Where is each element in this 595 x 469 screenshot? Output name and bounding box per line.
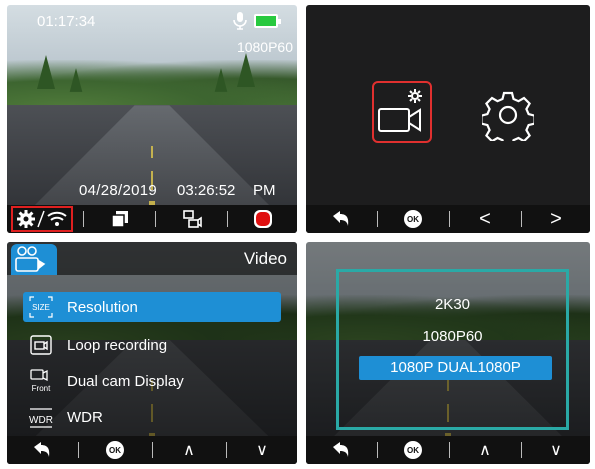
resolution-indicator: 1080P60 xyxy=(236,39,293,55)
record-icon xyxy=(254,210,272,228)
back-icon xyxy=(34,442,50,457)
option-1080p-dual[interactable]: 1080P DUAL1080P xyxy=(359,356,552,380)
live-toolbar xyxy=(7,205,297,233)
ok-label: OK xyxy=(106,441,124,459)
menu-title: Video xyxy=(243,249,287,268)
video-tab[interactable] xyxy=(11,244,57,275)
battery-icon xyxy=(254,14,281,28)
back-icon xyxy=(333,442,349,457)
ampm-stamp: PM xyxy=(253,182,276,199)
microphone-icon xyxy=(233,12,247,30)
mode-toolbar: OK < > xyxy=(306,205,590,233)
up-button[interactable]: ∧ xyxy=(153,436,225,464)
menu-item-label: Loop recording xyxy=(67,336,168,354)
mode-select-screen: OK < > xyxy=(306,5,590,233)
menu-toolbar: OK ∧ ∨ xyxy=(7,436,297,464)
down-button[interactable]: ∨ xyxy=(227,436,297,464)
menu-item-loop-recording[interactable]: Loop recording xyxy=(23,330,281,360)
menu-item-label: WDR xyxy=(67,408,103,426)
back-button[interactable] xyxy=(306,436,376,464)
resolution-select-screen: 2K30 1080P60 1080P DUAL1080P OK ∧ ∨ xyxy=(306,242,590,464)
copy-icon xyxy=(111,211,128,228)
back-icon xyxy=(333,211,349,226)
down-button[interactable]: ∨ xyxy=(522,436,590,464)
gear-icon[interactable] xyxy=(482,89,534,141)
wdr-icon: WDR xyxy=(27,405,55,429)
record-button[interactable] xyxy=(229,205,297,233)
loop-recording-icon xyxy=(27,333,55,357)
video-settings-icon xyxy=(378,89,422,132)
svg-text:SIZE: SIZE xyxy=(32,303,50,312)
ok-button[interactable]: OK xyxy=(378,205,448,233)
switch-camera-button[interactable] xyxy=(157,205,227,233)
back-button[interactable] xyxy=(7,436,77,464)
video-menu-screen: Video SIZE Resolution Loop recording Fro… xyxy=(7,242,297,464)
option-2k30[interactable]: 2K30 xyxy=(339,296,566,313)
menu-item-label: Resolution xyxy=(67,298,138,316)
menu-item-wdr[interactable]: WDR WDR xyxy=(23,402,281,432)
video-tab-icon xyxy=(15,246,46,272)
up-button[interactable]: ∧ xyxy=(450,436,520,464)
menu-header: Video xyxy=(7,242,297,275)
popup-toolbar: OK ∧ ∨ xyxy=(306,436,590,464)
ok-button[interactable]: OK xyxy=(79,436,151,464)
svg-text:Front: Front xyxy=(32,384,51,393)
back-button[interactable] xyxy=(306,205,376,233)
current-time: 01:17:34 xyxy=(37,13,96,30)
ok-label: OK xyxy=(404,441,422,459)
time-stamp: 03:26:52 xyxy=(177,182,236,199)
svg-text:WDR: WDR xyxy=(29,415,53,426)
copy-button[interactable] xyxy=(85,205,155,233)
size-icon: SIZE xyxy=(27,295,55,319)
switch-camera-icon xyxy=(183,210,202,228)
ok-label: OK xyxy=(404,210,422,228)
next-button[interactable]: > xyxy=(522,205,590,233)
date-stamp: 04/28/2019 xyxy=(79,182,158,199)
ok-button[interactable]: OK xyxy=(378,436,448,464)
settings-wifi-icon xyxy=(17,210,67,228)
live-view-screen: 01:17:34 1080P60 04/28/2019 03:26:52 PM xyxy=(7,5,297,233)
menu-item-resolution[interactable]: SIZE Resolution xyxy=(23,292,281,322)
front-camera-icon: Front xyxy=(27,369,55,393)
video-settings-button[interactable] xyxy=(372,81,432,143)
menu-item-dual-cam-display[interactable]: Front Dual cam Display xyxy=(23,366,281,396)
settings-wifi-button[interactable] xyxy=(11,205,73,233)
prev-button[interactable]: < xyxy=(450,205,520,233)
resolution-popup: 2K30 1080P60 1080P DUAL1080P xyxy=(336,269,569,430)
menu-item-label: Dual cam Display xyxy=(67,372,184,390)
option-1080p60[interactable]: 1080P60 xyxy=(339,328,566,345)
